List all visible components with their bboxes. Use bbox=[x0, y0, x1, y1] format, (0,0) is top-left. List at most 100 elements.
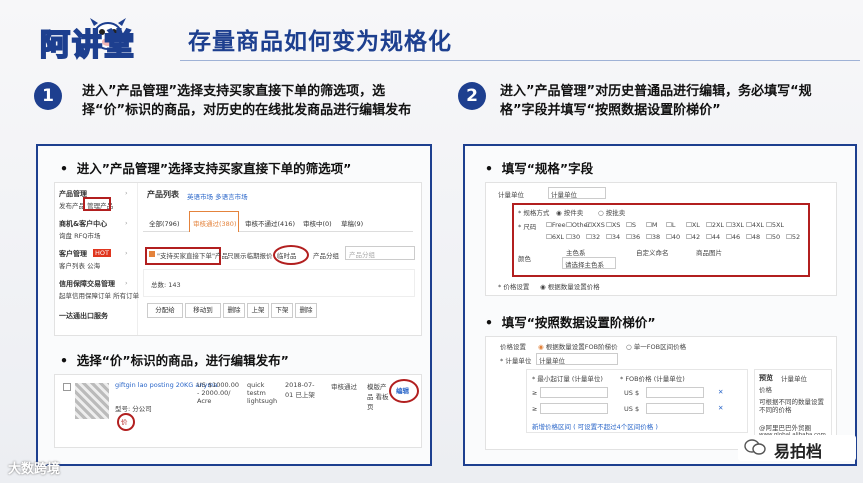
size-option[interactable]: ☐S bbox=[626, 221, 636, 229]
tier-ge-1: ≥ bbox=[532, 389, 538, 397]
size-option[interactable]: ☐42 bbox=[686, 233, 700, 241]
tier-price-input-2[interactable] bbox=[646, 403, 704, 414]
sidebar-item-customer[interactable]: 客户管理 bbox=[59, 249, 87, 259]
spec-mode-by-lot[interactable]: ○ 按批卖 bbox=[598, 207, 625, 217]
tier-min-order-input-1[interactable] bbox=[540, 387, 608, 398]
left-bullet-1-text: 进入”产品管理”选择支持买家直接下单的筛选项” bbox=[76, 161, 352, 176]
unit-select[interactable]: 计量单位 bbox=[548, 187, 606, 199]
color-col-custom: 自定义命名 bbox=[636, 249, 669, 257]
spec-mode-by-lot-label: 按批卖 bbox=[605, 209, 626, 217]
unpublish-button[interactable]: 下架 bbox=[271, 303, 293, 318]
tier-ge-2: ≥ bbox=[532, 405, 538, 413]
size-option[interactable]: ☐44 bbox=[706, 233, 720, 241]
group-select[interactable]: 产品分组 bbox=[345, 246, 415, 260]
tier-unit-select[interactable]: 计量单位 bbox=[536, 353, 618, 365]
size-option[interactable]: ☐52 bbox=[786, 233, 800, 241]
left-bullet-2-text: 选择“价”标识的商品，进行编辑发布” bbox=[76, 353, 289, 368]
price-setting-option-label: 根据数量设置价格 bbox=[547, 283, 600, 291]
tier-min-order-input-2[interactable] bbox=[540, 403, 608, 414]
right-bullet-2-text: 填写“按照数据设置阶梯价” bbox=[501, 315, 656, 330]
publish-button[interactable]: 上架 bbox=[247, 303, 269, 318]
total-count: 总数: 143 bbox=[151, 281, 181, 289]
step-2-text: 进入”产品管理”对历史普通品进行编辑，务必填写“规格”字段并填写“按照数据设置阶… bbox=[500, 84, 812, 118]
unit-select-value: 计量单位 bbox=[551, 191, 577, 199]
sidebar-item-trade-assurance-sub[interactable]: 起草信用保障订单 所有订单 bbox=[59, 290, 139, 300]
step-1-text: 进入”产品管理”选择支持买家直接下单的筛选项，选择“价”标识的商品，对历史的在线… bbox=[82, 84, 412, 118]
size-label: * 尺码 bbox=[518, 223, 537, 231]
spec-mode-by-piece-label: 按件卖 bbox=[563, 209, 584, 217]
left-panel: • 进入”产品管理”选择支持买家直接下单的筛选项” 产品管理 发布产品 管理产品… bbox=[36, 144, 432, 466]
product-stock: quick testm lightsugh bbox=[247, 381, 278, 405]
size-option[interactable]: ☐XXS bbox=[586, 221, 605, 229]
chevron-right-icon: › bbox=[125, 249, 128, 257]
row-checkbox[interactable] bbox=[63, 383, 71, 391]
direct-order-filter-label[interactable]: "支持买家直接下单"产品 bbox=[157, 250, 228, 260]
tier-price-screenshot: 价格设置 ◉ 根据数量设置FOB阶梯价 ○ 单一FOB区间价格 * 计量单位 计… bbox=[485, 336, 837, 450]
delete-button-2[interactable]: 删除 bbox=[295, 303, 317, 318]
size-option[interactable]: ☐4XL bbox=[746, 221, 764, 229]
color-col-image: 商品图片 bbox=[696, 249, 722, 257]
size-option[interactable]: ☐30 bbox=[566, 233, 580, 241]
size-option[interactable]: ☐6XL bbox=[546, 233, 564, 241]
size-option[interactable]: ☐L bbox=[666, 221, 675, 229]
size-option[interactable]: ☐2XL bbox=[706, 221, 724, 229]
remove-tier-icon[interactable]: ✕ bbox=[718, 404, 723, 412]
watermark-left: 大数跨境 bbox=[8, 462, 61, 477]
tier-col-min-order: * 最小起订量 (计量单位) bbox=[532, 375, 603, 383]
size-option[interactable]: ☐3XL bbox=[726, 221, 744, 229]
size-option[interactable]: ☐Free bbox=[546, 221, 566, 229]
color-select[interactable]: 请选择主色系 bbox=[562, 257, 616, 269]
tier-col-fob-price: * FOB价格 (计量单位) bbox=[620, 375, 685, 383]
add-tier-link[interactable]: 新增价格区间 ( 可设置不超过4个区间价格 ) bbox=[532, 421, 658, 431]
tab-rejected[interactable]: 审核不通过(416) bbox=[245, 218, 295, 228]
tier-unit-label: * 计量单位 bbox=[500, 357, 532, 365]
sidebar-item-opportunity[interactable]: 商机&客户中心 bbox=[59, 219, 107, 229]
preview-company: @阿里巴巴外贸圈 bbox=[759, 424, 811, 432]
assign-button[interactable]: 分配给 bbox=[147, 303, 183, 318]
tier-price-input-1[interactable] bbox=[646, 387, 704, 398]
filter-near-expiry[interactable]: 只展示临期报价 bbox=[227, 250, 273, 260]
size-option[interactable]: ☐XS bbox=[606, 221, 620, 229]
move-button[interactable]: 移动到 bbox=[185, 303, 221, 318]
tab-all[interactable]: 全部(796) bbox=[149, 218, 179, 228]
size-option[interactable]: ☐32 bbox=[586, 233, 600, 241]
tab-reviewing[interactable]: 审核中(0) bbox=[303, 218, 332, 228]
remove-tier-icon[interactable]: ✕ bbox=[718, 388, 723, 396]
title-divider bbox=[180, 60, 860, 61]
spec-mode-by-piece[interactable]: ◉ 按件卖 bbox=[556, 207, 583, 217]
sidebar-item-customer-sub[interactable]: 客户列表 公海 bbox=[59, 260, 100, 270]
direct-order-checkbox[interactable] bbox=[149, 251, 155, 257]
step-1-number: 1 bbox=[34, 82, 62, 110]
preview-col: 价格 bbox=[759, 386, 772, 394]
preview-note: 可根据不同的数量设置不同的价格 bbox=[759, 398, 824, 414]
tab-approved[interactable]: 审核通过(380) bbox=[193, 218, 236, 228]
sidebar-item-trade-assurance[interactable]: 信用保障交易管理 bbox=[59, 279, 115, 289]
delete-button[interactable]: 删除 bbox=[223, 303, 245, 318]
size-option[interactable]: ☐48 bbox=[746, 233, 760, 241]
tier-option-ladder[interactable]: ◉ 根据数量设置FOB阶梯价 bbox=[538, 341, 618, 351]
price-setting-option[interactable]: ◉ 根据数量设置价格 bbox=[540, 281, 600, 291]
size-option[interactable]: ☐5XL bbox=[766, 221, 784, 229]
tier-currency-1: US $ bbox=[624, 389, 640, 397]
size-option[interactable]: ☐36 bbox=[626, 233, 640, 241]
group-select-placeholder: 产品分组 bbox=[349, 251, 375, 259]
market-links[interactable]: 英语市场 多语言市场 bbox=[187, 191, 248, 201]
tier-option-single[interactable]: ○ 单一FOB区间价格 bbox=[626, 341, 686, 351]
brand-logo: 阿讲堂 bbox=[39, 12, 180, 64]
size-option[interactable]: ☐46 bbox=[726, 233, 740, 241]
size-option[interactable]: ☐40 bbox=[666, 233, 680, 241]
chevron-right-icon: › bbox=[125, 189, 128, 197]
size-option[interactable]: ☐XL bbox=[686, 221, 700, 229]
tab-draft[interactable]: 草稿(9) bbox=[341, 218, 363, 228]
edit-link[interactable]: 编辑 bbox=[396, 385, 409, 395]
product-thumbnail bbox=[75, 383, 109, 419]
chevron-right-icon: › bbox=[125, 219, 128, 227]
size-option[interactable]: ☐50 bbox=[766, 233, 780, 241]
price-mark-icon: 价 bbox=[121, 418, 128, 426]
sidebar-item-export[interactable]: 一达通出口服务 bbox=[59, 311, 108, 321]
size-option[interactable]: ☐38 bbox=[646, 233, 660, 241]
size-option[interactable]: ☐M bbox=[646, 221, 657, 229]
sidebar-item-opportunity-sub[interactable]: 询盘 RFQ市场 bbox=[59, 230, 100, 240]
size-option[interactable]: ☐34 bbox=[606, 233, 620, 241]
preview-box: 预览 计量单位 价格 可根据不同的数量设置不同的价格 @阿里巴巴外贸圈 www.… bbox=[754, 369, 832, 445]
